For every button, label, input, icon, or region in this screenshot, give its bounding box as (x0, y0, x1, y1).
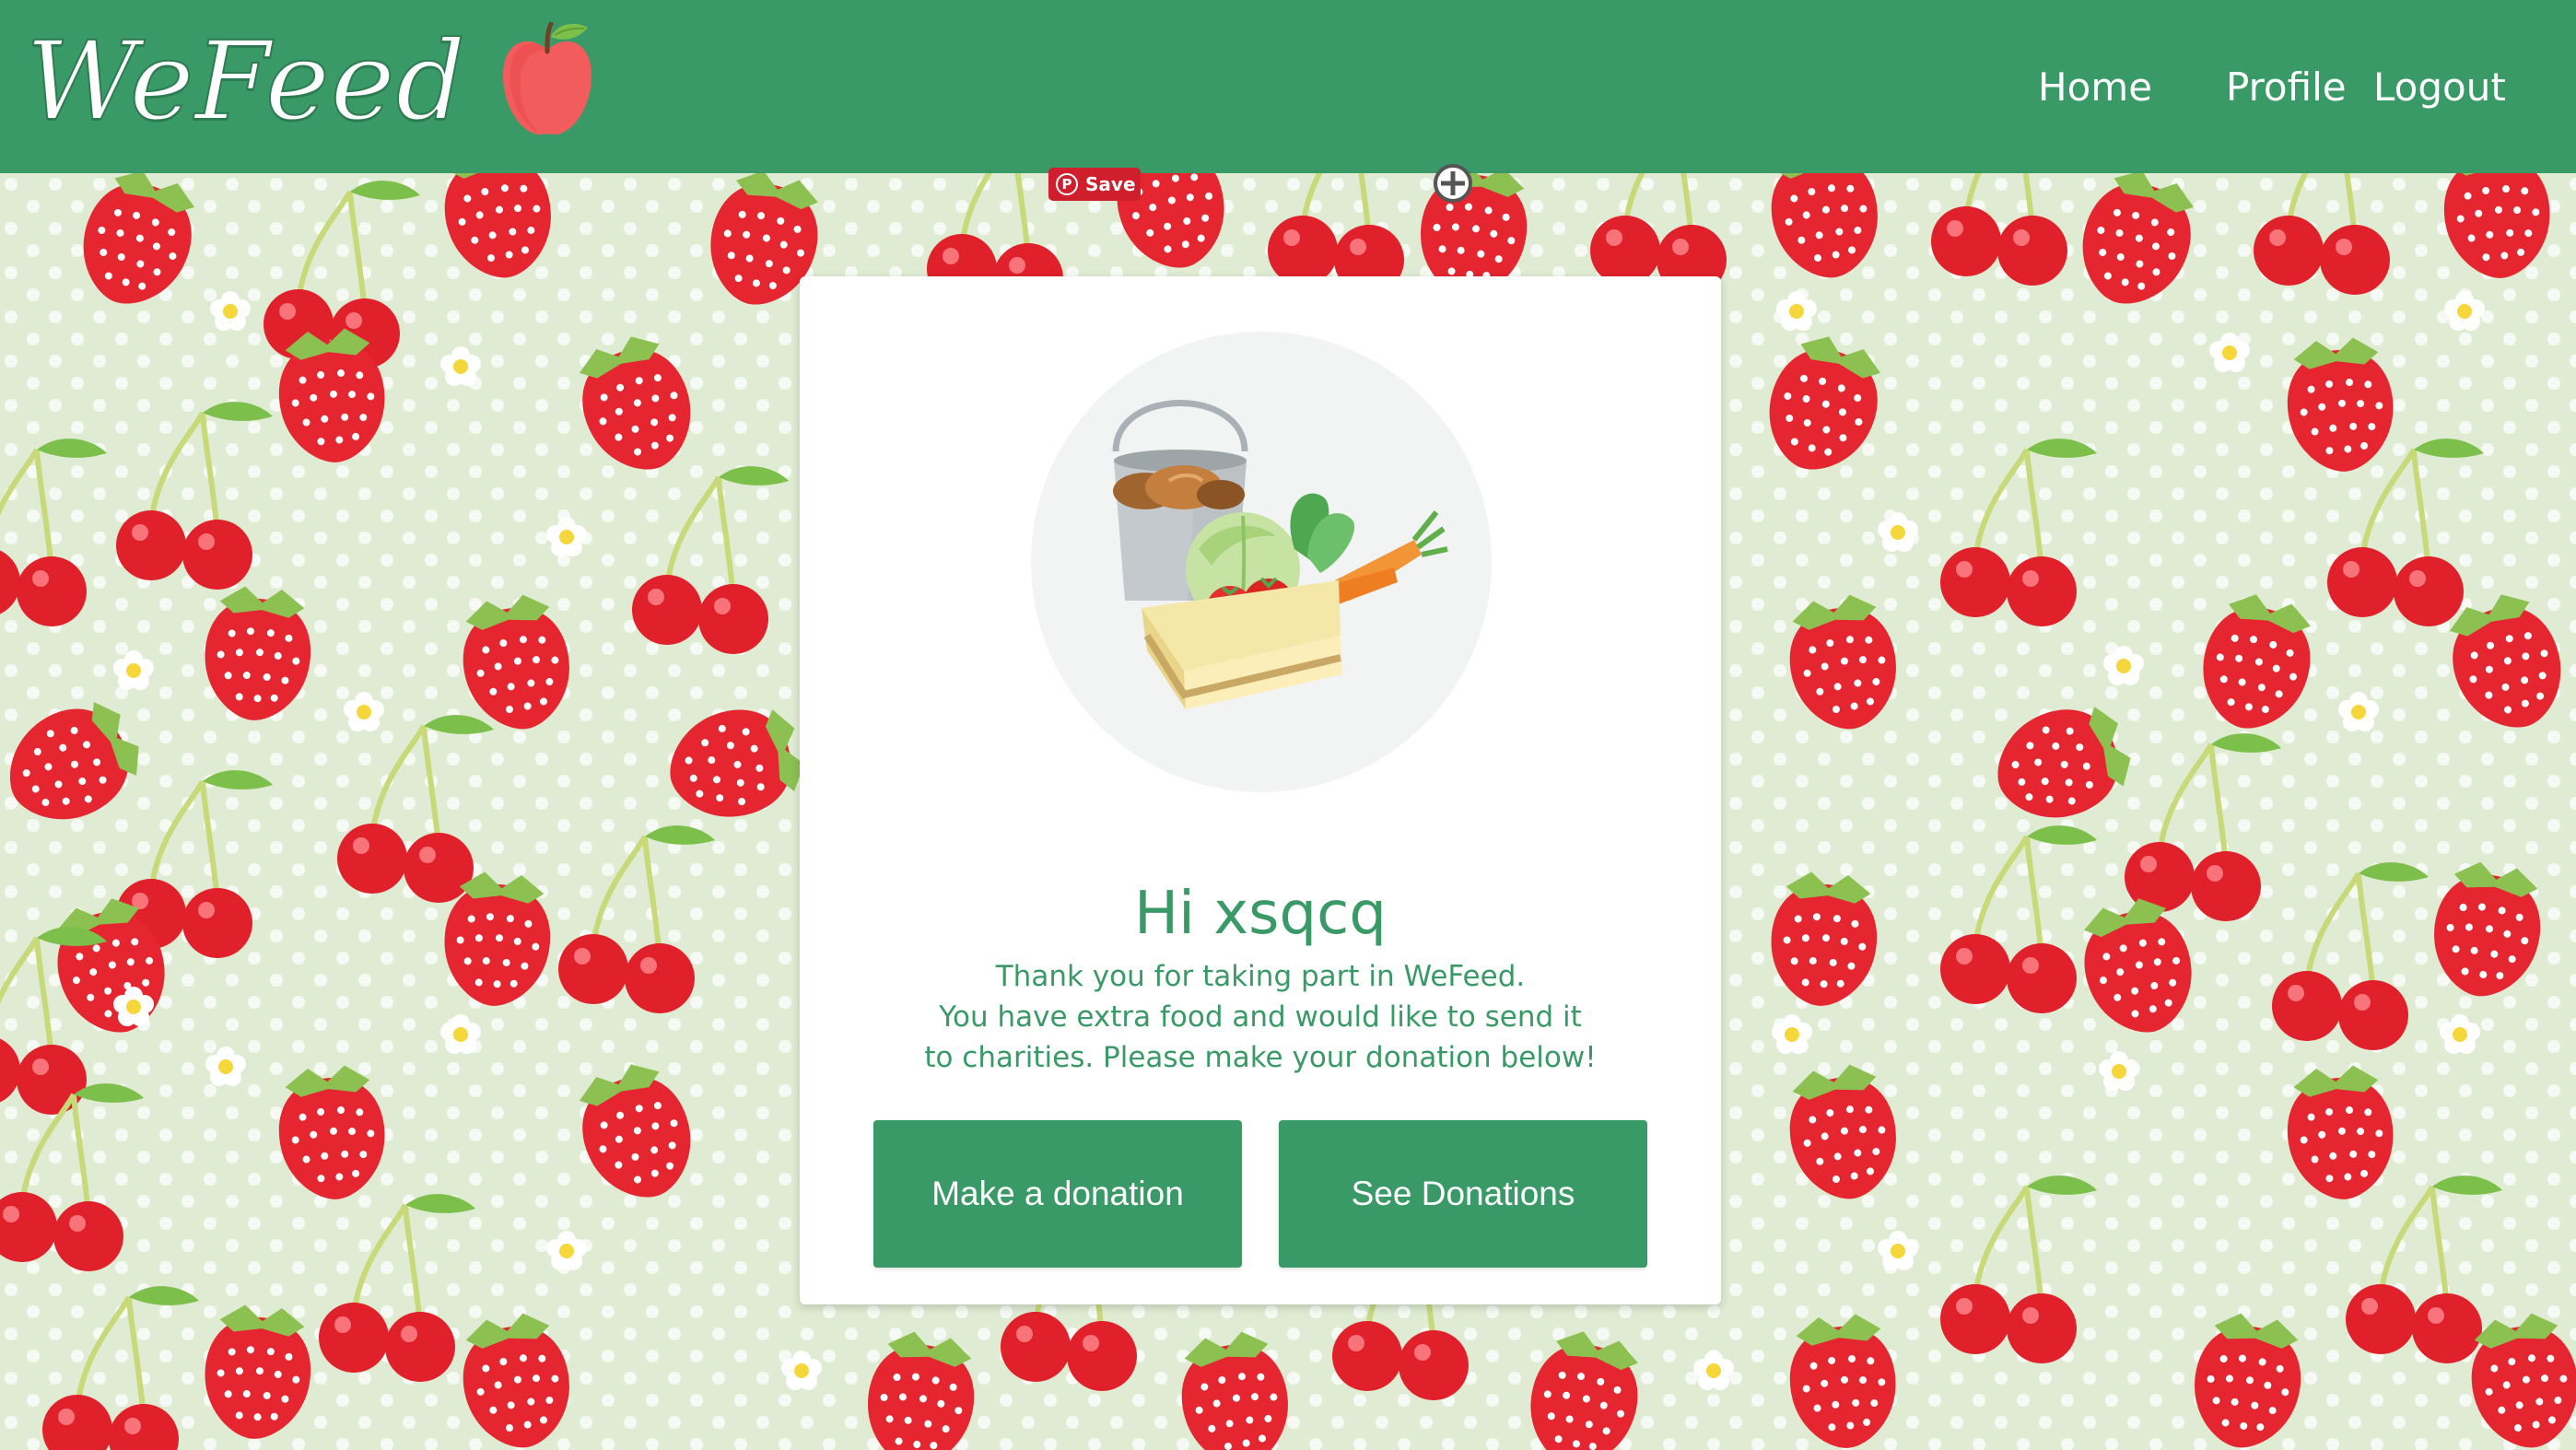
message-line: You have extra food and would like to se… (939, 1000, 1582, 1034)
site-logo[interactable]: WeFeed (25, 17, 593, 146)
nav-home-link[interactable]: Home (2038, 64, 2152, 110)
nav-profile-link[interactable]: Profile (2226, 64, 2347, 110)
greeting-heading: Hi xsqcq (1134, 879, 1387, 948)
nav-logout-link[interactable]: Logout (2373, 64, 2506, 110)
message-line: Thank you for taking part in WeFeed. (995, 960, 1526, 993)
pinterest-save-button[interactable]: P Save (1048, 168, 1141, 201)
top-nav-bar: WeFeed Home Profile Logout (0, 0, 2576, 173)
pinterest-icon: P (1056, 173, 1078, 195)
apple-icon (503, 22, 592, 135)
welcome-message: Thank you for taking part in WeFeed. You… (800, 956, 1721, 1078)
make-donation-button[interactable]: Make a donation (873, 1120, 1242, 1268)
donation-card: Hi xsqcq Thank you for taking part in We… (800, 276, 1721, 1304)
food-basket-icon (1112, 400, 1448, 709)
crosshair-icon[interactable] (1432, 162, 1474, 205)
pin-save-label: Save (1085, 173, 1136, 195)
message-line: to charities. Please make your donation … (924, 1041, 1597, 1074)
app-name: WeFeed (25, 18, 467, 145)
illustration-circle (1031, 332, 1492, 792)
see-donations-button[interactable]: See Donations (1279, 1120, 1647, 1268)
